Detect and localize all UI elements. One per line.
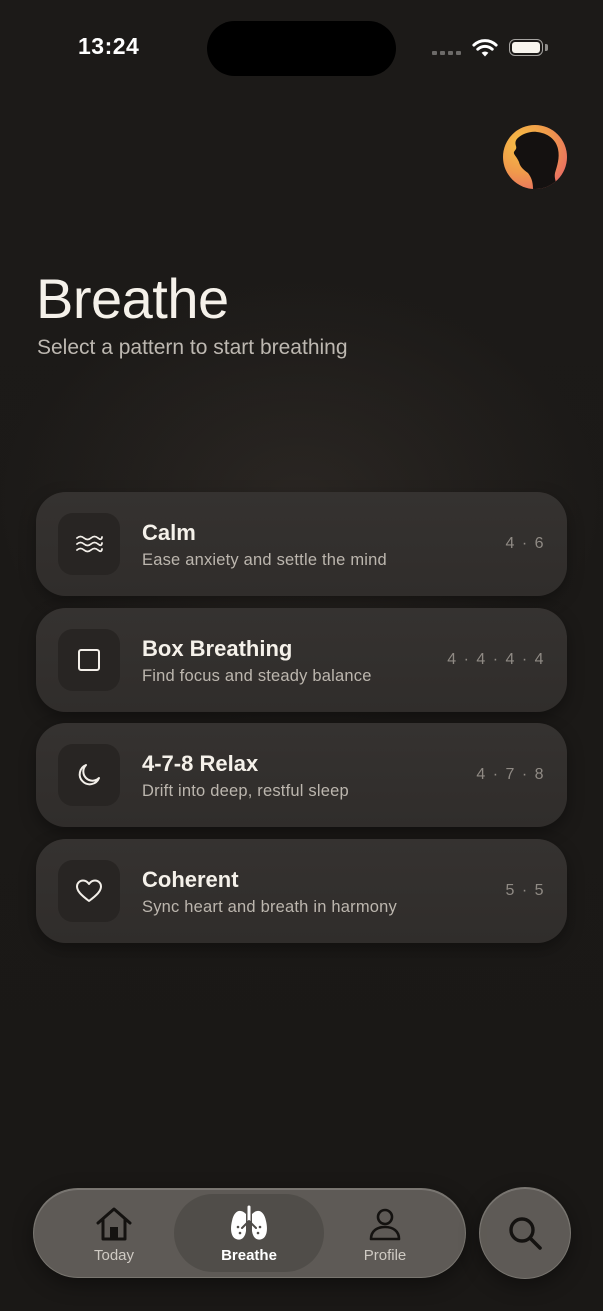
search-icon [509,1217,542,1250]
pattern-description: Sync heart and breath in harmony [142,897,397,916]
battery-tip [545,44,548,51]
wifi-icon [472,39,498,57]
home-icon [93,1204,135,1244]
pattern-list: Calm Ease anxiety and settle the mind 4 … [36,492,567,954]
heart-icon [58,859,120,922]
tab-profile[interactable]: Profile [310,1194,460,1272]
pattern-timing: 4 · 4 · 4 · 4 [447,650,545,668]
tab-label: Profile [363,1247,407,1264]
tab-label: Breathe [221,1247,277,1264]
pattern-title: Calm [142,520,196,545]
pattern-timing: 4 · 7 · 8 [476,766,545,783]
pattern-card-478-relax[interactable]: 4-7-8 Relax Drift into deep, restful sle… [36,723,567,827]
pattern-title: 4-7-8 Relax [142,751,259,776]
pattern-title: Coherent [142,866,239,892]
moon-icon [58,744,120,806]
dynamic-island [207,21,396,76]
person-icon [364,1204,406,1244]
pattern-card-coherent[interactable]: Coherent Sync heart and breath in harmon… [36,838,567,943]
pattern-title: Box Breathing [142,635,293,661]
page-title: Breathe [36,267,229,330]
breathe-screen: 13:24 Breathe Select a pattern to start … [0,0,603,1311]
battery-icon [509,39,543,56]
tab-label: Today [93,1247,135,1264]
profile-avatar[interactable] [503,125,567,189]
pattern-description: Find focus and steady balance [142,666,372,685]
tab-bar: Today Breathe Profile [33,1188,466,1278]
cellular-signal-icon [432,51,461,55]
tab-breathe[interactable]: Breathe [174,1194,324,1272]
page-subtitle: Select a pattern to start breathing [37,336,348,359]
lungs-icon [228,1204,270,1244]
pattern-description: Drift into deep, restful sleep [142,782,349,800]
tab-today[interactable]: Today [39,1194,189,1272]
waves-icon [58,513,120,575]
square-icon [58,628,120,691]
search-button[interactable] [479,1187,571,1279]
pattern-description: Ease anxiety and settle the mind [142,551,387,569]
avatar-silhouette-icon [513,131,559,189]
pattern-card-box-breathing[interactable]: Box Breathing Find focus and steady bala… [36,607,567,712]
status-time: 13:24 [78,33,140,59]
pattern-timing: 5 · 5 [505,881,545,899]
pattern-timing: 4 · 6 [505,535,545,552]
pattern-card-calm[interactable]: Calm Ease anxiety and settle the mind 4 … [36,492,567,596]
